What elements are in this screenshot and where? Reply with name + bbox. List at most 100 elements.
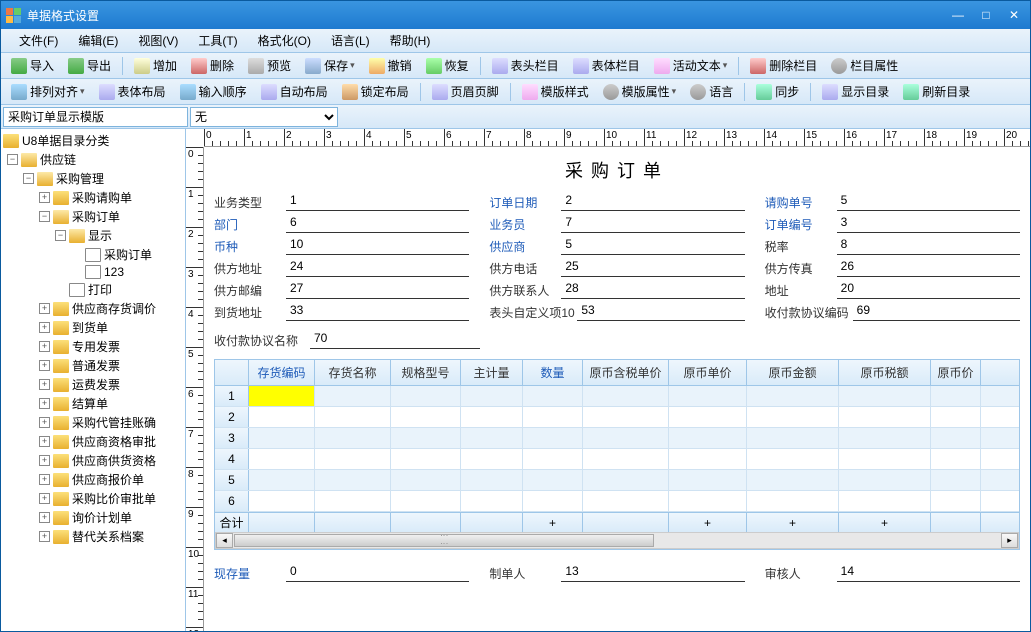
grid-cell[interactable] bbox=[461, 407, 523, 427]
expand-toggle[interactable]: + bbox=[39, 436, 50, 447]
grid-cell[interactable] bbox=[583, 449, 669, 469]
expand-toggle[interactable]: + bbox=[39, 493, 50, 504]
tree-item[interactable]: 123 bbox=[3, 264, 183, 280]
design-canvas[interactable]: 采购订单 业务类型1订单日期2请购单号5部门6业务员7订单编号3币种10供应商5… bbox=[204, 147, 1030, 631]
field-value[interactable]: 70 bbox=[310, 331, 480, 349]
table-row[interactable]: 3 bbox=[215, 428, 1019, 449]
grid-cell[interactable] bbox=[315, 491, 391, 511]
grid-cell[interactable] bbox=[669, 449, 747, 469]
column-header[interactable]: 原币价 bbox=[931, 360, 981, 385]
close-button[interactable]: ✕ bbox=[1002, 6, 1026, 24]
grid-cell[interactable] bbox=[249, 449, 315, 469]
grid-cell[interactable] bbox=[839, 449, 931, 469]
grid-cell[interactable] bbox=[523, 449, 583, 469]
field-value[interactable]: 13 bbox=[561, 564, 744, 582]
field-value[interactable]: 8 bbox=[837, 237, 1020, 255]
tree-item[interactable]: +普通发票 bbox=[3, 356, 183, 375]
column-header[interactable]: 原币税额 bbox=[839, 360, 931, 385]
grid-cell[interactable] bbox=[931, 386, 981, 406]
grid-cell[interactable] bbox=[249, 491, 315, 511]
column-header[interactable]: 原币金额 bbox=[747, 360, 839, 385]
column-header[interactable]: 主计量 bbox=[461, 360, 523, 385]
field-label[interactable]: 请购单号 bbox=[765, 194, 837, 211]
grid-cell[interactable] bbox=[669, 386, 747, 406]
grid-cell[interactable] bbox=[523, 428, 583, 448]
expand-toggle[interactable]: + bbox=[39, 341, 50, 352]
tree-item[interactable]: −显示 bbox=[3, 226, 183, 245]
field-value[interactable]: 27 bbox=[286, 281, 469, 299]
row-number[interactable]: 6 bbox=[215, 491, 249, 511]
add-button[interactable]: 增加 bbox=[128, 55, 183, 76]
field-value[interactable]: 5 bbox=[561, 237, 744, 255]
grid-cell[interactable] bbox=[315, 428, 391, 448]
field-value[interactable]: 26 bbox=[837, 259, 1020, 277]
tree-item[interactable]: +替代关系档案 bbox=[3, 527, 183, 546]
row-number[interactable]: 2 bbox=[215, 407, 249, 427]
grid-cell[interactable] bbox=[839, 386, 931, 406]
grid-cell[interactable] bbox=[523, 407, 583, 427]
field-label[interactable]: 币种 bbox=[214, 238, 286, 255]
field-label[interactable]: 订单日期 bbox=[489, 194, 561, 211]
expand-toggle[interactable]: + bbox=[39, 474, 50, 485]
grid-cell[interactable] bbox=[747, 470, 839, 490]
undo-button[interactable]: 撤销 bbox=[363, 55, 418, 76]
grid-cell[interactable] bbox=[523, 386, 583, 406]
grid-cell[interactable] bbox=[931, 407, 981, 427]
lang-button[interactable]: 语言 bbox=[684, 81, 739, 102]
field-value[interactable]: 25 bbox=[561, 259, 744, 277]
menu-lang[interactable]: 语言(L) bbox=[321, 30, 380, 51]
scroll-right-button[interactable]: ▸ bbox=[1001, 533, 1018, 548]
template-name[interactable]: 采购订单显示模版 bbox=[3, 107, 188, 127]
expand-toggle[interactable]: − bbox=[55, 230, 66, 241]
grid-cell[interactable] bbox=[583, 407, 669, 427]
table-row[interactable]: 5 bbox=[215, 470, 1019, 491]
tree-node[interactable]: 供应链 bbox=[40, 151, 76, 168]
grid-cell[interactable] bbox=[461, 449, 523, 469]
grid-cell[interactable] bbox=[669, 491, 747, 511]
field-label[interactable]: 订单编号 bbox=[765, 216, 837, 233]
table-row[interactable]: 4 bbox=[215, 449, 1019, 470]
grid-cell[interactable] bbox=[931, 428, 981, 448]
expand-toggle[interactable]: + bbox=[39, 303, 50, 314]
grid-cell[interactable] bbox=[747, 407, 839, 427]
field-value[interactable]: 1 bbox=[286, 193, 469, 211]
table-row[interactable]: 6 bbox=[215, 491, 1019, 512]
tree-item[interactable]: +供应商存货调价 bbox=[3, 299, 183, 318]
menu-file[interactable]: 文件(F) bbox=[9, 30, 68, 51]
grid-cell[interactable] bbox=[391, 449, 461, 469]
column-header[interactable]: 存货名称 bbox=[315, 360, 391, 385]
locklayout-button[interactable]: 锁定布局 bbox=[336, 81, 415, 102]
menu-edit[interactable]: 编辑(E) bbox=[68, 30, 128, 51]
expand-toggle[interactable]: + bbox=[39, 322, 50, 333]
expand-toggle[interactable]: + bbox=[39, 192, 50, 203]
maximize-button[interactable]: □ bbox=[974, 6, 998, 24]
grid-cell[interactable] bbox=[669, 407, 747, 427]
menu-view[interactable]: 视图(V) bbox=[128, 30, 188, 51]
field-value[interactable]: 5 bbox=[837, 193, 1020, 211]
tree-item[interactable]: +运费发票 bbox=[3, 375, 183, 394]
row-number[interactable]: 1 bbox=[215, 386, 249, 406]
sync-button[interactable]: 同步 bbox=[750, 81, 805, 102]
grid-cell[interactable] bbox=[669, 428, 747, 448]
tree-item[interactable]: +到货单 bbox=[3, 318, 183, 337]
menu-tool[interactable]: 工具(T) bbox=[188, 30, 247, 51]
column-header[interactable]: 数量 bbox=[523, 360, 583, 385]
table-row[interactable]: 2 bbox=[215, 407, 1019, 428]
row-number[interactable]: 5 bbox=[215, 470, 249, 490]
horizontal-scrollbar[interactable]: ◂ ▸ bbox=[215, 532, 1019, 549]
grid-cell[interactable] bbox=[931, 491, 981, 511]
grid-cell[interactable] bbox=[315, 386, 391, 406]
grid-cell[interactable] bbox=[583, 428, 669, 448]
tree-item[interactable]: +供应商报价单 bbox=[3, 470, 183, 489]
grid-cell[interactable] bbox=[747, 449, 839, 469]
template-combo[interactable]: 无 bbox=[190, 107, 338, 127]
tree-item[interactable]: +供应商资格审批 bbox=[3, 432, 183, 451]
expand-toggle[interactable]: + bbox=[39, 512, 50, 523]
column-header[interactable] bbox=[215, 360, 249, 385]
grid-cell[interactable] bbox=[839, 407, 931, 427]
pagehf-button[interactable]: 页眉页脚 bbox=[426, 81, 505, 102]
row-number[interactable]: 3 bbox=[215, 428, 249, 448]
grid-cell[interactable] bbox=[583, 470, 669, 490]
column-header[interactable]: 原币含税单价 bbox=[583, 360, 669, 385]
grid-cell[interactable] bbox=[391, 386, 461, 406]
